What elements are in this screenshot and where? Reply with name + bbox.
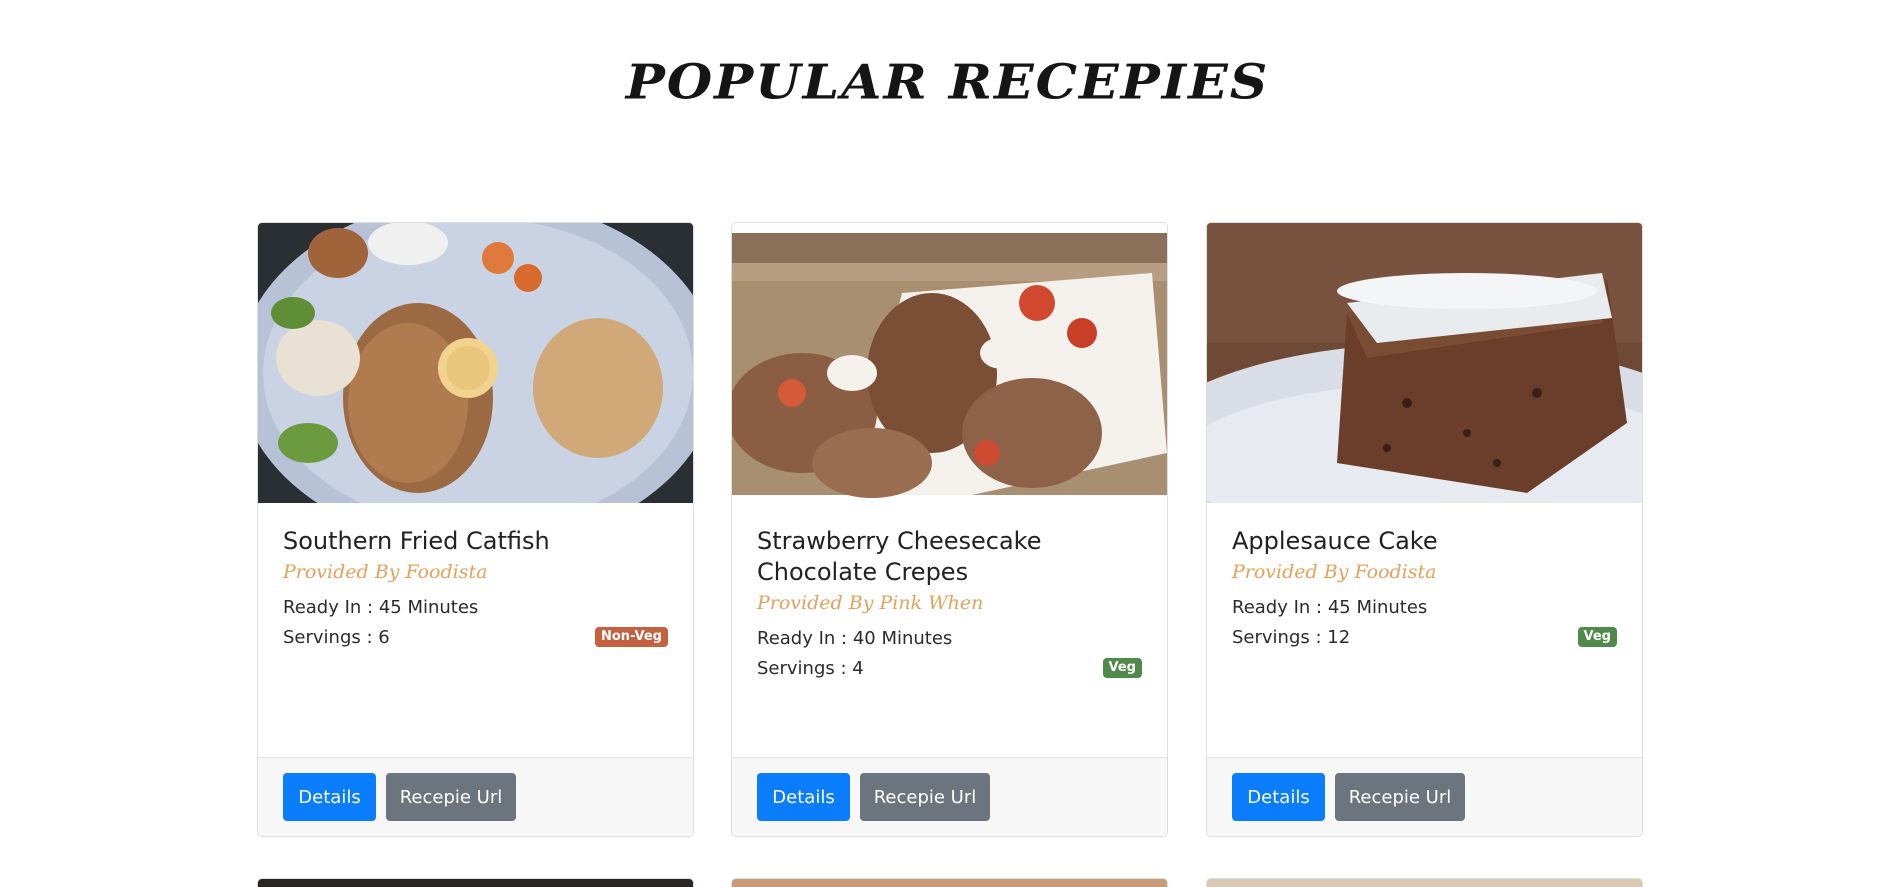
recipe-card-next — [731, 878, 1168, 887]
recipe-meta: Ready In : 45 Minutes Servings : 12 Veg — [1232, 593, 1617, 653]
recipe-meta: Ready In : 45 Minutes Servings : 6 Non-V… — [283, 593, 668, 653]
recipe-image[interactable] — [732, 223, 1167, 503]
recipe-title: Applesauce Cake — [1232, 527, 1438, 555]
recipe-title: Strawberry Cheesecake Chocolate Crepes — [757, 527, 1042, 586]
recipe-url-button[interactable]: Recepie Url — [386, 773, 516, 821]
recipe-url-button[interactable]: Recepie Url — [860, 773, 990, 821]
recipe-provider: Provided By Foodista — [1232, 561, 1437, 583]
diet-badge: Veg — [1577, 627, 1617, 647]
recipe-card: Strawberry Cheesecake Chocolate Crepes P… — [731, 222, 1168, 837]
card-footer: Details Recepie Url — [258, 757, 693, 836]
card-footer: Details Recepie Url — [732, 757, 1167, 836]
recipe-url-button[interactable]: Recepie Url — [1335, 773, 1465, 821]
recipe-provider: Provided By Foodista — [283, 561, 488, 583]
servings: Servings : 12 — [1232, 627, 1351, 648]
details-button[interactable]: Details — [1232, 773, 1325, 821]
diet-badge: Veg — [1102, 658, 1142, 678]
card-footer: Details Recepie Url — [1207, 757, 1642, 836]
recipe-meta: Ready In : 40 Minutes Servings : 4 Veg — [757, 624, 1142, 684]
diet-badge: Non-Veg — [595, 627, 668, 647]
details-button[interactable]: Details — [757, 773, 850, 821]
recipe-title: Southern Fried Catfish — [283, 527, 550, 555]
recipe-image[interactable] — [258, 223, 693, 503]
ready-time: Ready In : 45 Minutes — [1232, 597, 1428, 618]
ready-time: Ready In : 40 Minutes — [757, 628, 953, 649]
recipe-card: Southern Fried Catfish Provided By Foodi… — [257, 222, 694, 837]
ready-time: Ready In : 45 Minutes — [283, 597, 479, 618]
recipe-card-next — [257, 878, 694, 887]
recipe-provider: Provided By Pink When — [757, 592, 984, 614]
servings: Servings : 4 — [757, 658, 864, 679]
recipe-card: Applesauce Cake Provided By Foodista Rea… — [1206, 222, 1643, 837]
recipe-image[interactable] — [1207, 223, 1642, 503]
details-button[interactable]: Details — [283, 773, 376, 821]
recipe-card-next — [1206, 878, 1643, 887]
page-title: POPULAR RECEPIES — [625, 54, 1270, 111]
